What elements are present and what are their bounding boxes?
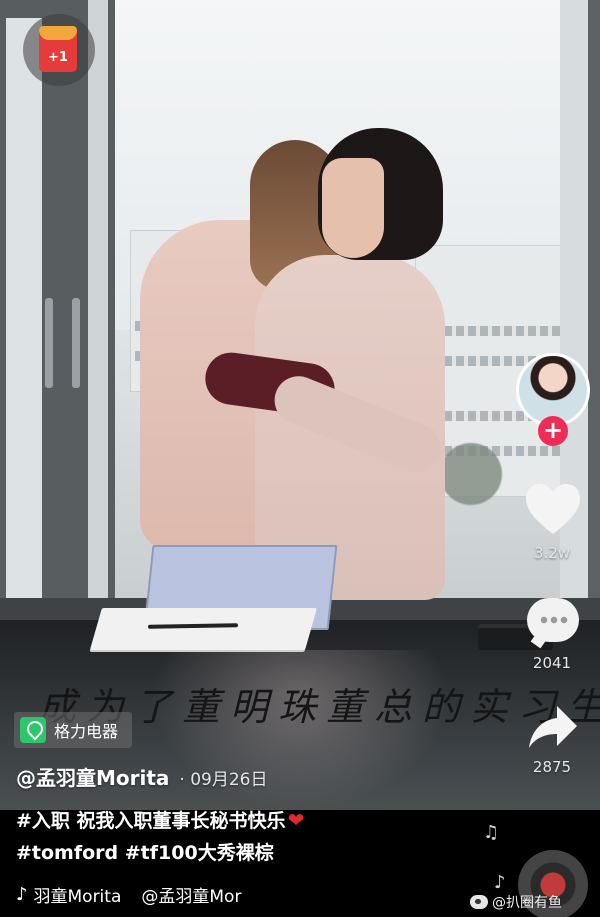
follow-button[interactable]: + — [538, 416, 568, 446]
video-player[interactable]: 成为了董明珠董总的实习生 — [0, 0, 600, 810]
heart-emoji: ❤ — [287, 808, 305, 832]
share-count: 2875 — [532, 758, 572, 776]
person-right-face — [322, 158, 384, 258]
like-count: 3.2w — [533, 544, 571, 562]
hashtag-onboarding[interactable]: #入职 — [16, 810, 70, 832]
post-description-line-1: #入职 祝我入职董事长秘书快乐 ❤ — [16, 806, 304, 833]
location-label: 格力电器 — [54, 722, 119, 741]
post-date: · 09月26日 — [179, 770, 268, 790]
author-handle[interactable]: @孟羽童Morita — [16, 762, 169, 791]
author-row: @孟羽童Morita · 09月26日 — [16, 762, 268, 791]
red-packet-badge: +1 — [48, 50, 68, 65]
red-packet-button[interactable]: +1 — [23, 14, 95, 86]
music-marquee[interactable]: ♪ 羽童Morita @孟羽童Mor — [16, 882, 241, 907]
post-description-line-2: #tomford #tf100大秀裸棕 — [16, 838, 274, 865]
red-envelope-icon — [39, 26, 77, 72]
hashtag-line[interactable]: #tomford #tf100大秀裸棕 — [16, 842, 274, 864]
weibo-logo-icon — [470, 895, 488, 909]
description-text: 祝我入职董事长秘书快乐 — [76, 810, 286, 832]
location-pin-icon — [20, 717, 46, 743]
avatar-image — [519, 356, 587, 424]
share-arrow-icon[interactable] — [527, 704, 579, 750]
comment-bubble-icon[interactable] — [527, 598, 579, 642]
music-author: @孟羽童Mor — [141, 887, 242, 907]
video-feed-screen: 成为了董明珠董总的实习生 +1 + 3.2w 2041 2875 格力电器 @孟… — [0, 0, 600, 917]
music-title: 羽童Morita — [33, 887, 122, 907]
floating-note-icon: ♪ — [494, 872, 506, 893]
door-frame-left — [0, 0, 115, 640]
location-tag[interactable]: 格力电器 — [14, 712, 133, 748]
like-heart-icon[interactable] — [524, 482, 582, 538]
weibo-watermark: @扒圈有鱼 — [470, 892, 562, 912]
music-note-icon: ♪ — [16, 884, 28, 905]
watermark-text: @扒圈有鱼 — [492, 895, 562, 911]
floating-note-icon: ♫ — [483, 822, 500, 843]
comment-count: 2041 — [532, 654, 572, 672]
papers — [89, 608, 318, 650]
